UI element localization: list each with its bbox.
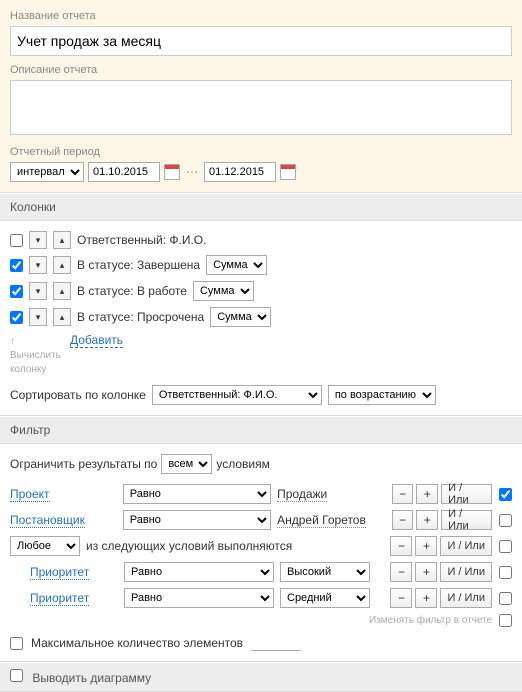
column-check[interactable] [10, 259, 23, 272]
calc-hint-arrow: ↑ [10, 336, 15, 347]
filter-add-btn[interactable]: + [416, 484, 438, 504]
max-elements-input[interactable] [251, 635, 301, 651]
filter-andor-btn[interactable]: И / Или [440, 588, 492, 608]
column-up-btn[interactable]: ▴ [53, 231, 71, 249]
filter-andor-btn[interactable]: И / Или [441, 484, 492, 504]
filter-field-link[interactable]: Приоритет [30, 565, 89, 580]
max-elements-label: Максимальное количество элементов [31, 636, 243, 650]
filter-field-link[interactable]: Постановщик [10, 513, 85, 528]
period-label: Отчетный период [10, 146, 512, 158]
group-label: из следующих условий выполняются [86, 539, 292, 553]
filter-row-check[interactable] [499, 488, 512, 501]
filter-field-link[interactable]: Проект [10, 487, 50, 502]
column-agg-select[interactable]: Сумма [193, 281, 254, 301]
column-label: Ответственный: Ф.И.О. [77, 233, 206, 247]
filter-andor-btn[interactable]: И / Или [440, 536, 492, 556]
show-chart-check[interactable] [10, 669, 23, 682]
change-filter-note: Изменять фильтр в отчете [369, 615, 492, 626]
column-label: В статусе: В работе [77, 284, 187, 298]
filter-value[interactable]: Продажи [277, 487, 327, 502]
sort-label: Сортировать по колонке [10, 388, 146, 402]
filter-add-btn[interactable]: + [415, 588, 437, 608]
limit-label-a: Ограничить результаты по [10, 457, 157, 471]
column-down-btn[interactable]: ▾ [29, 231, 47, 249]
column-up-btn[interactable]: ▴ [53, 282, 71, 300]
filter-row-check[interactable] [499, 566, 512, 579]
report-name-input[interactable] [10, 26, 512, 56]
filter-add-btn[interactable]: + [415, 536, 437, 556]
filter-op-select[interactable]: Равно [123, 510, 271, 530]
filter-remove-btn[interactable]: − [390, 562, 412, 582]
filter-value[interactable]: Андрей Горетов [277, 513, 366, 528]
filter-value-select[interactable]: Средний [280, 588, 370, 608]
sort-column-select[interactable]: Ответственный: Ф.И.О. [152, 385, 322, 405]
report-name-label: Название отчета [10, 10, 512, 22]
filter-add-btn[interactable]: + [416, 510, 438, 530]
filter-remove-btn[interactable]: − [390, 588, 412, 608]
filter-andor-btn[interactable]: И / Или [441, 510, 492, 530]
report-desc-label: Описание отчета [10, 64, 512, 76]
filter-remove-btn[interactable]: − [392, 510, 414, 530]
column-down-btn[interactable]: ▾ [29, 308, 47, 326]
column-agg-select[interactable]: Сумма [210, 307, 271, 327]
calendar-icon[interactable] [164, 164, 180, 180]
column-up-btn[interactable]: ▴ [53, 308, 71, 326]
filter-row-check[interactable] [499, 540, 512, 553]
column-agg-select[interactable]: Сумма [206, 255, 267, 275]
filter-remove-btn[interactable]: − [390, 536, 412, 556]
group-mode-select[interactable]: Любое [10, 536, 80, 556]
filter-header: Фильтр [0, 416, 522, 444]
calc-hint: Вычислить колонку [10, 350, 61, 375]
report-desc-input[interactable] [10, 80, 512, 135]
limit-label-b: условиям [216, 457, 270, 471]
filter-add-btn[interactable]: + [415, 562, 437, 582]
column-down-btn[interactable]: ▾ [29, 282, 47, 300]
max-elements-check[interactable] [10, 637, 23, 650]
filter-field-link[interactable]: Приоритет [30, 591, 89, 606]
filter-row-check[interactable] [499, 592, 512, 605]
show-chart-label: Выводить диаграмму [32, 671, 151, 685]
filter-andor-btn[interactable]: И / Или [440, 562, 492, 582]
column-check[interactable] [10, 234, 23, 247]
column-check[interactable] [10, 285, 23, 298]
columns-header: Колонки [0, 193, 522, 221]
column-down-btn[interactable]: ▾ [29, 256, 47, 274]
column-label: В статусе: Просрочена [77, 310, 204, 324]
sort-direction-select[interactable]: по возрастанию [328, 385, 436, 405]
column-up-btn[interactable]: ▴ [53, 256, 71, 274]
filter-row-check[interactable] [499, 514, 512, 527]
calendar-icon[interactable] [280, 164, 296, 180]
add-column-link[interactable]: Добавить [70, 333, 123, 348]
filter-op-select[interactable]: Равно [124, 588, 274, 608]
column-check[interactable] [10, 311, 23, 324]
change-filter-check[interactable] [499, 614, 512, 627]
filter-remove-btn[interactable]: − [392, 484, 414, 504]
limit-mode-select[interactable]: всем [161, 454, 212, 474]
period-mode-select[interactable]: интервал [10, 162, 84, 182]
period-from-input[interactable] [88, 162, 160, 182]
filter-value-select[interactable]: Высокий [280, 562, 370, 582]
filter-op-select[interactable]: Равно [123, 484, 271, 504]
column-label: В статусе: Завершена [77, 258, 200, 272]
period-to-input[interactable] [204, 162, 276, 182]
filter-op-select[interactable]: Равно [124, 562, 274, 582]
range-separator: ⋯ [186, 165, 198, 179]
